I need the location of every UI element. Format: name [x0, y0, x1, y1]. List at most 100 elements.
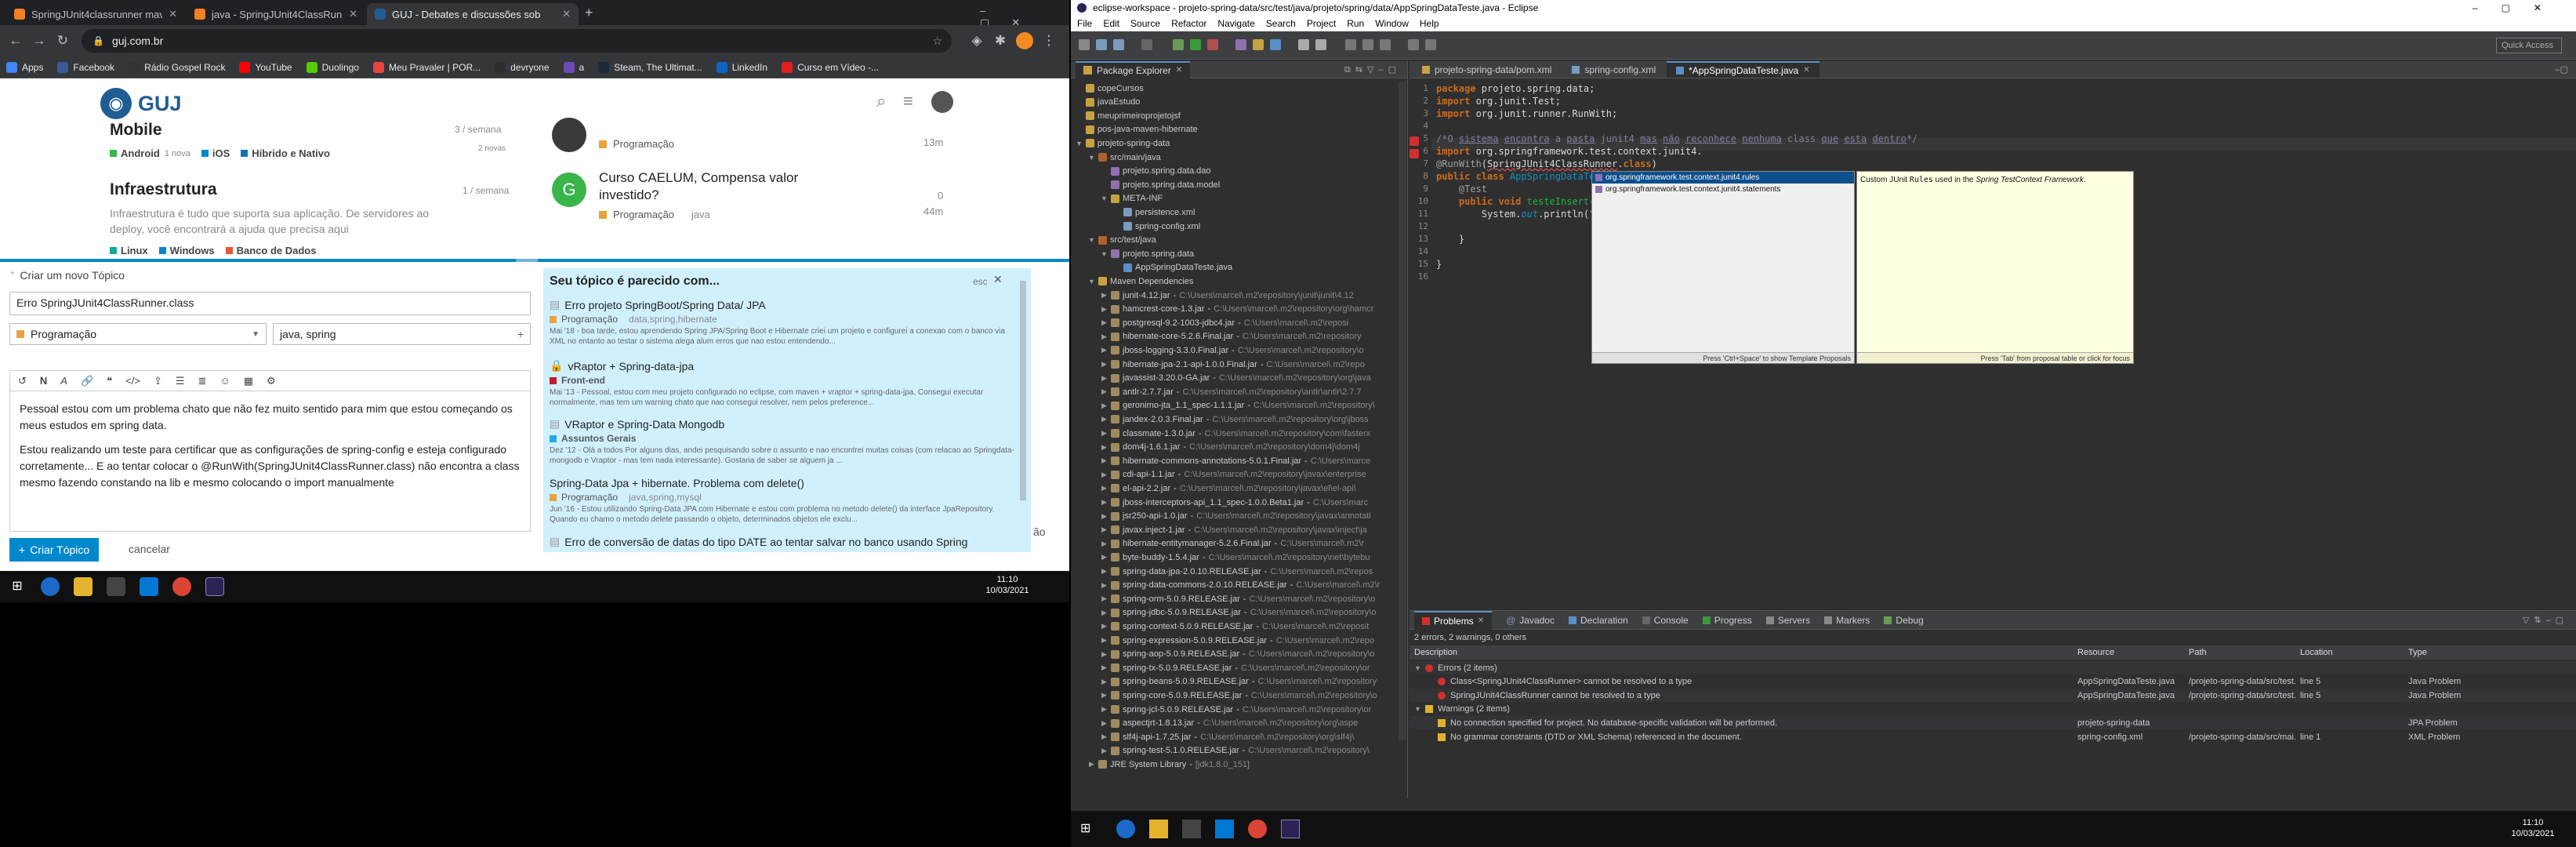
view-toolbar-icons[interactable]: ⧉⇆▽–▢: [1344, 64, 1401, 75]
bookmark-linkedin[interactable]: LinkedIn: [716, 61, 767, 73]
tree-toggle-icon[interactable]: ▶: [1101, 512, 1108, 521]
chrome-tab-3[interactable]: GUJ - Debates e discussões sob ✕: [367, 3, 579, 25]
tree-item[interactable]: projeto.spring.data.model: [1101, 178, 1220, 191]
tree-toggle-icon[interactable]: ▶: [1101, 471, 1108, 479]
bookmark-curso[interactable]: Curso em Vídeo -...: [782, 61, 879, 73]
tree-item[interactable]: ▶ spring-jcl-5.0.9.RELEASE.jar - C:\Users…: [1101, 703, 1371, 716]
quick-access-input[interactable]: Quick Access: [2496, 38, 2562, 53]
tree-item[interactable]: ▶ hibernate-commons-annotations-5.0.1.Fin…: [1101, 454, 1370, 467]
tree-toggle-icon[interactable]: ▶: [1101, 305, 1108, 314]
tree-item[interactable]: ▼ src/test/java: [1088, 234, 1156, 247]
problem-row[interactable]: Class<SpringJUnit4ClassRunner> cannot be…: [1410, 674, 2576, 689]
tree-item[interactable]: ▶ JRE System Library - [jdk1.8.0_151]: [1088, 758, 1250, 771]
tree-item[interactable]: ▼ META-INF: [1101, 192, 1163, 205]
tree-toggle-icon[interactable]: ▶: [1088, 760, 1095, 769]
prev-annotation-icon[interactable]: [1380, 39, 1391, 50]
tree-item[interactable]: ▶ spring-tx-5.0.9.RELEASE.jar - C:\Users\…: [1101, 661, 1370, 674]
close-icon[interactable]: ✕: [1803, 66, 1809, 75]
tree-item[interactable]: ▼ projeto-spring-data: [1076, 136, 1170, 150]
tree-toggle-icon[interactable]: ▶: [1101, 567, 1108, 576]
new-package-icon[interactable]: [1253, 39, 1264, 50]
tree-toggle-icon[interactable]: ▶: [1101, 525, 1108, 534]
tab-debug[interactable]: Debug: [1884, 615, 1924, 626]
tree-item[interactable]: ▶ javassist-3.20.0-GA.jar - C:\Users\marc…: [1101, 372, 1371, 385]
tree-item[interactable]: ▶ spring-context-5.0.9.RELEASE.jar - C:\U…: [1101, 620, 1369, 633]
code-icon[interactable]: </>: [125, 375, 140, 387]
close-icon[interactable]: ✕: [993, 273, 1003, 286]
tree-item[interactable]: ▼ src/main/java: [1088, 151, 1161, 164]
chrome-tab-2[interactable]: java - SpringJUnit4ClassRunner c ✕: [187, 3, 365, 25]
tree-toggle-icon[interactable]: ▶: [1101, 622, 1108, 631]
column-resource[interactable]: Resource: [2077, 648, 2114, 657]
file-explorer-icon[interactable]: [1149, 820, 1168, 838]
gear-icon[interactable]: ⚙: [267, 375, 276, 387]
edge-icon[interactable]: [1116, 820, 1135, 838]
menu-window[interactable]: Window: [1375, 18, 1409, 29]
close-icon[interactable]: ✕: [349, 8, 357, 20]
tree-toggle-icon[interactable]: ▶: [1101, 705, 1108, 714]
tree-item[interactable]: ▶ hibernate-jpa-2.1-api-1.0.0.Final.jar -…: [1101, 358, 1365, 371]
topic-avatar[interactable]: G: [552, 173, 586, 207]
tab-spring-config[interactable]: spring-config.xml: [1562, 61, 1666, 78]
tree-item[interactable]: ▶ spring-aop-5.0.9.RELEASE.jar - C:\Users…: [1101, 648, 1375, 661]
next-annotation-icon[interactable]: [1362, 39, 1373, 50]
search-icon[interactable]: [1315, 39, 1326, 50]
star-icon[interactable]: ☆: [932, 35, 942, 48]
toggle-mark-icon[interactable]: [1345, 39, 1356, 50]
hamburger-icon[interactable]: ≡: [903, 91, 913, 111]
tree-toggle-icon[interactable]: ▶: [1101, 498, 1108, 507]
tree-item[interactable]: ▶ byte-buddy-1.5.4.jar - C:\Users\marcel\…: [1101, 551, 1370, 564]
tree-toggle-icon[interactable]: ▼: [1414, 705, 1421, 713]
column-path[interactable]: Path: [2189, 648, 2207, 657]
tree-toggle-icon[interactable]: ▼: [1076, 140, 1083, 147]
tree-item[interactable]: projeto.spring.data.dao: [1101, 165, 1211, 178]
category-select[interactable]: Programação ▼: [9, 323, 267, 345]
tree-item[interactable]: ▶ classmate-1.3.0.jar - C:\Users\marcel\.…: [1101, 427, 1370, 440]
tab-progress[interactable]: Progress: [1702, 615, 1752, 626]
similar-topic[interactable]: ▤ VRaptor e Spring-Data Mongodb Assuntos …: [550, 417, 1020, 466]
editor-minmax[interactable]: –▢: [2555, 64, 2568, 75]
save-all-icon[interactable]: [1113, 39, 1124, 50]
tree-item[interactable]: ▶ spring-orm-5.0.9.RELEASE.jar - C:\Users…: [1101, 592, 1375, 605]
date-icon[interactable]: ▦: [244, 375, 253, 387]
tag-banco[interactable]: Banco de Dados: [225, 245, 316, 256]
tree-toggle-icon[interactable]: ▶: [1101, 415, 1108, 424]
tree-item[interactable]: ▶ jboss-interceptors-api_1.1_spec-1.0.0.B…: [1101, 496, 1368, 509]
tab-servers[interactable]: Servers: [1765, 615, 1810, 626]
mail-icon[interactable]: [140, 577, 158, 596]
tree-item[interactable]: ▶ spring-test-5.1.0.RELEASE.jar - C:\User…: [1101, 744, 1370, 758]
tree-toggle-icon[interactable]: ▶: [1101, 429, 1108, 438]
problem-group-row[interactable]: ▼ Errors (2 items): [1410, 661, 2576, 674]
tree-item[interactable]: ▶ dom4j-1.6.1.jar - C:\Users\marcel\.m2\r…: [1101, 441, 1360, 454]
view-toolbar-icons[interactable]: ▽⇅–▢: [2523, 615, 2568, 625]
similar-topic[interactable]: 🔒 vRaptor + Spring-data-jpa Front-end Mai…: [550, 359, 1020, 408]
new-class-icon[interactable]: [1270, 39, 1281, 50]
guj-logo[interactable]: ◉ GUJ: [100, 88, 182, 119]
chrome-icon[interactable]: [172, 577, 191, 596]
tag-linux[interactable]: Linux: [110, 245, 148, 256]
content-assist-item[interactable]: org.springframework.test.context.junit4.…: [1592, 184, 1854, 195]
problem-group-row[interactable]: ▼ Warnings (2 items): [1410, 702, 2576, 716]
tree-toggle-icon[interactable]: ▼: [1088, 154, 1095, 162]
user-avatar[interactable]: [931, 91, 953, 113]
tree-item[interactable]: ▼ Maven Dependencies: [1088, 274, 1193, 288]
numbered-list-icon[interactable]: ≣: [198, 375, 207, 387]
chrome-tab-1[interactable]: SpringJUnit4classrunner maven ✕: [6, 3, 185, 25]
scrollbar-track[interactable]: [1399, 82, 1406, 740]
problem-row[interactable]: No connection specified for project. No …: [1410, 716, 2576, 730]
bookmark-duolingo[interactable]: Duolingo: [306, 61, 359, 73]
tab-appspringdatateste[interactable]: *AppSpringDataTeste.java ✕: [1667, 61, 1820, 78]
tree-item[interactable]: ▶ spring-data-commons-2.0.10.RELEASE.jar …: [1101, 579, 1380, 592]
eclipse-icon[interactable]: [205, 577, 224, 596]
composer-grip[interactable]: [516, 259, 538, 262]
new-tab-icon[interactable]: +: [585, 5, 593, 21]
tree-item[interactable]: ▶ junit-4.12.jar - C:\Users\marcel\.m2\re…: [1101, 289, 1354, 302]
tag-android[interactable]: Android: [110, 147, 160, 159]
bookmark-youtube[interactable]: YouTube: [239, 61, 292, 73]
tree-item[interactable]: meuprimeiroprojetojsf: [1076, 109, 1181, 122]
store-icon[interactable]: [1182, 820, 1201, 838]
windows-start-icon[interactable]: ⊞: [1080, 820, 1090, 836]
open-type-icon[interactable]: [1298, 39, 1309, 50]
cancel-link[interactable]: cancelar: [129, 543, 170, 555]
tree-item[interactable]: ▶ slf4j-api-1.7.25.jar - C:\Users\marcel\…: [1101, 730, 1354, 743]
